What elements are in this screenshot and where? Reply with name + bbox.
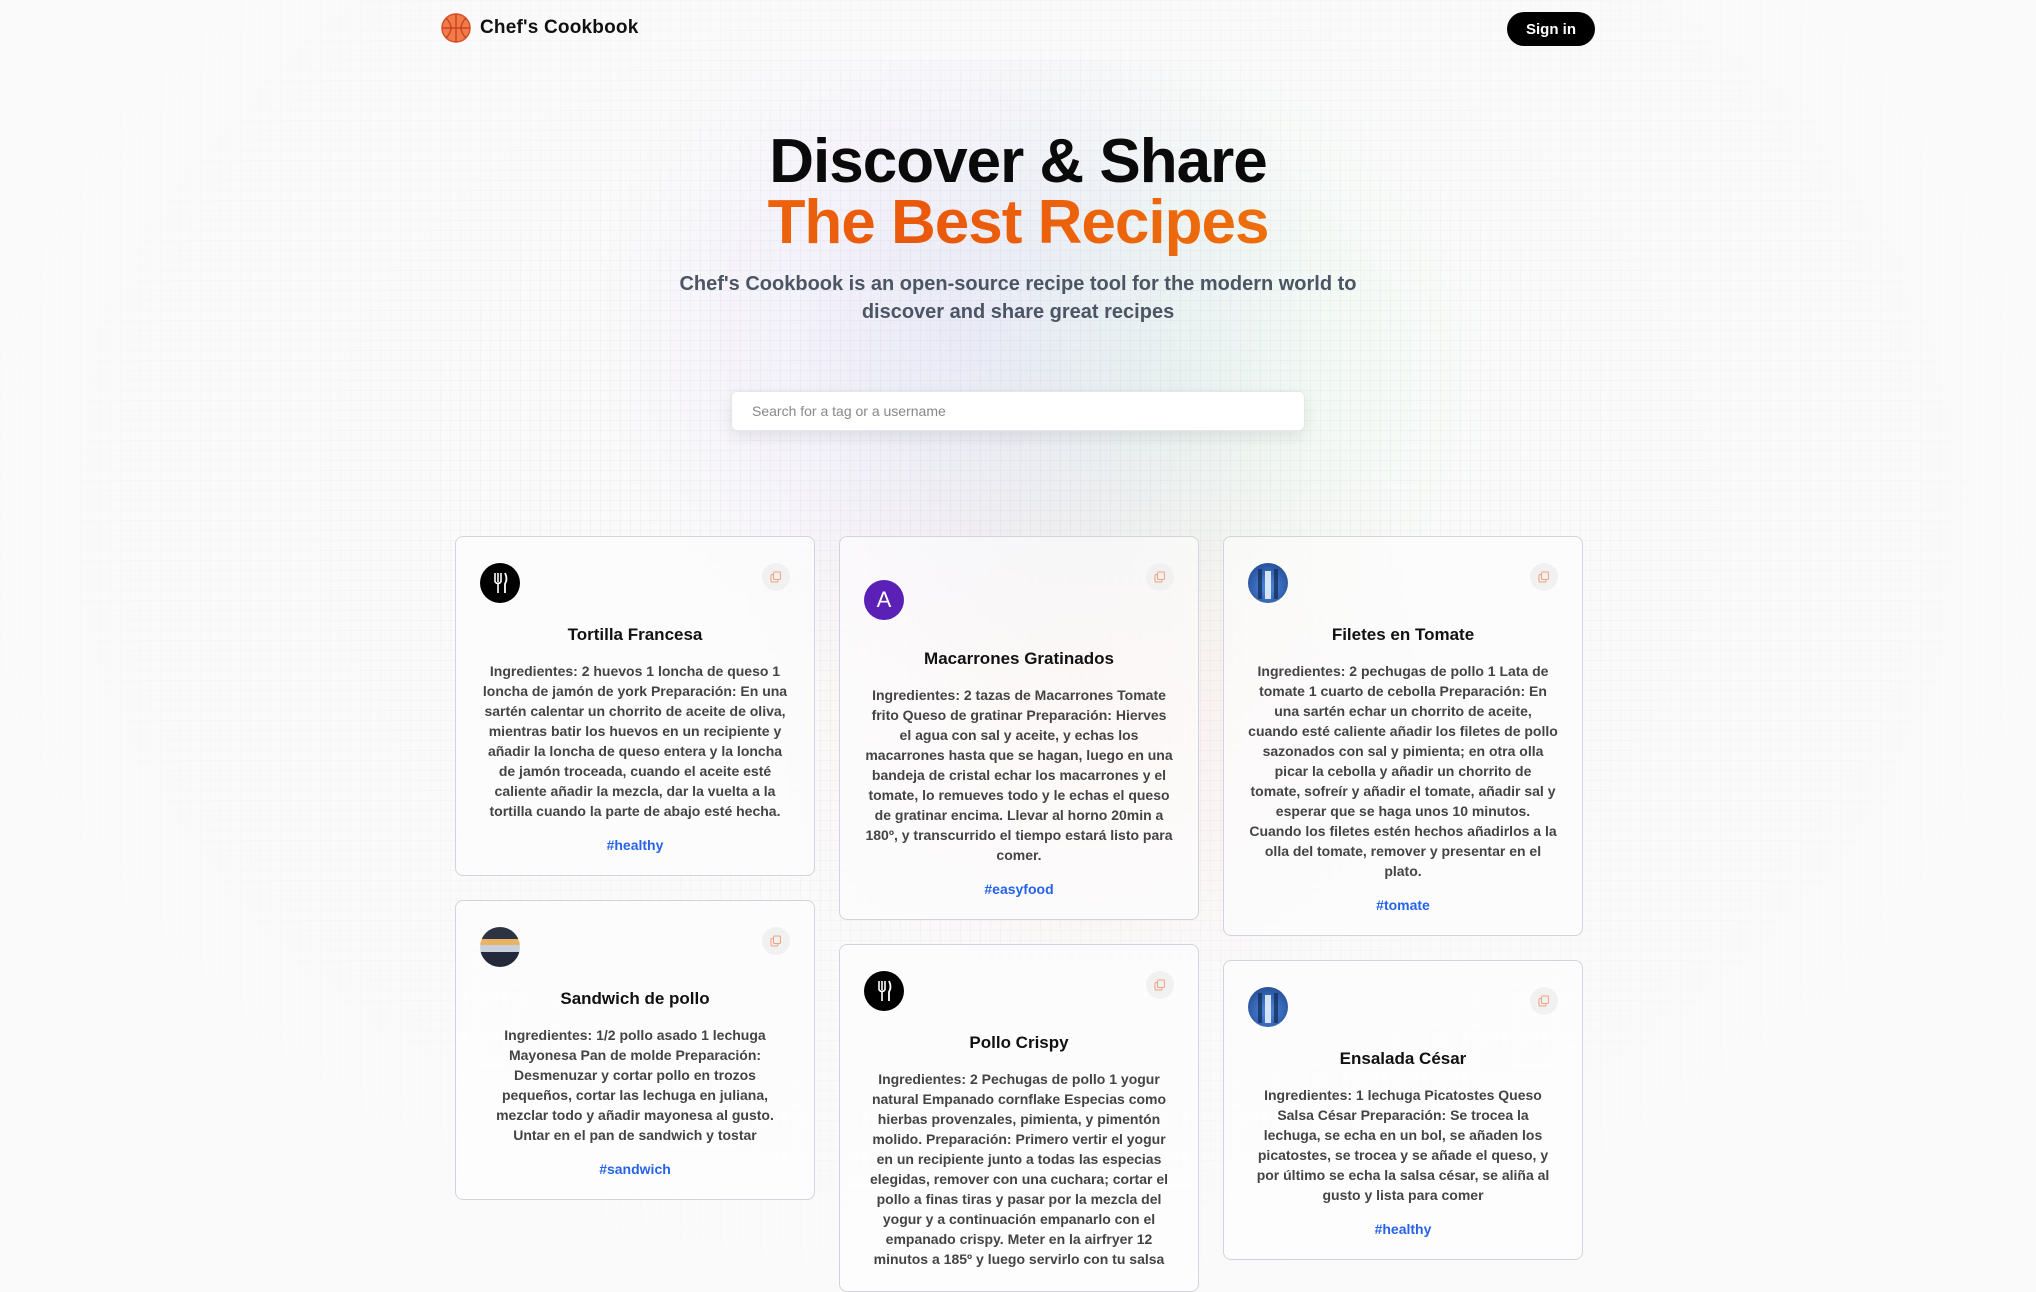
- recipe-description: Ingredientes: 1 lechuga Picatostes Queso…: [1256, 1087, 1550, 1203]
- recipe-description: Ingredientes: 2 Pechugas de pollo 1 yogu…: [869, 1071, 1168, 1267]
- copy-button[interactable]: [1146, 563, 1174, 591]
- copy-icon: [1154, 979, 1165, 991]
- author-avatar[interactable]: [480, 927, 520, 967]
- card-header: [480, 927, 790, 967]
- top-nav: Chef's Cookbook Sign in: [440, 12, 1595, 46]
- recipe-tag[interactable]: #healthy: [1248, 1221, 1558, 1237]
- recipe-tag[interactable]: #tomate: [1248, 897, 1558, 913]
- recipe-tag[interactable]: #sandwich: [480, 1161, 790, 1177]
- recipe-title: Sandwich de pollo: [560, 989, 710, 1008]
- recipe-tag[interactable]: #healthy: [480, 837, 790, 853]
- recipe-title: Ensalada César: [1339, 1049, 1467, 1068]
- recipe-title: Macarrones Gratinados: [924, 649, 1114, 668]
- brand-name: Chef's Cookbook: [480, 17, 639, 38]
- copy-button[interactable]: [1530, 563, 1558, 591]
- waterfall-photo-icon: [1258, 993, 1278, 1023]
- copy-button[interactable]: [762, 563, 790, 591]
- card-header: A: [864, 563, 1174, 620]
- waterfall-photo-icon: [1258, 569, 1278, 599]
- copy-button[interactable]: [1530, 987, 1558, 1015]
- basketball-logo-icon: [441, 13, 471, 43]
- recipe-card: Filetes en Tomate Ingredientes: 2 pechug…: [1223, 536, 1583, 936]
- sign-in-button[interactable]: Sign in: [1507, 12, 1595, 46]
- copy-icon: [770, 571, 781, 583]
- author-avatar[interactable]: A: [864, 580, 904, 620]
- card-header: [864, 971, 1174, 1011]
- author-avatar[interactable]: [864, 971, 904, 1011]
- recipe-card: Pollo Crispy Ingredientes: 2 Pechugas de…: [839, 944, 1199, 1292]
- recipe-title: Tortilla Francesa: [567, 625, 703, 644]
- fork-knife-icon: [494, 572, 508, 593]
- copy-icon: [1154, 571, 1165, 583]
- card-header: [1248, 563, 1558, 603]
- card-header: [1248, 987, 1558, 1027]
- copy-icon: [770, 935, 781, 947]
- recipe-description: Ingredientes: 2 huevos 1 loncha de queso…: [482, 663, 788, 819]
- copy-icon: [1538, 571, 1549, 583]
- recipe-card: Sandwich de pollo Ingredientes: 1/2 poll…: [455, 900, 815, 1200]
- recipe-description: Ingredientes: 1/2 pollo asado 1 lechuga …: [496, 1027, 774, 1143]
- recipe-description: Ingredientes: 2 tazas de Macarrones Toma…: [865, 687, 1173, 863]
- hero-title-line2: The Best Recipes: [0, 187, 2036, 258]
- search-input[interactable]: [731, 391, 1305, 431]
- author-avatar[interactable]: [480, 563, 520, 603]
- copy-button[interactable]: [1146, 971, 1174, 999]
- recipe-description: Ingredientes: 2 pechugas de pollo 1 Lata…: [1248, 663, 1558, 879]
- recipe-tag[interactable]: #easyfood: [864, 881, 1174, 897]
- recipe-title: Pollo Crispy: [969, 1033, 1069, 1052]
- author-avatar[interactable]: [1248, 987, 1288, 1027]
- author-avatar[interactable]: [1248, 563, 1288, 603]
- hero-description: Chef's Cookbook is an open-source recipe…: [679, 273, 1357, 323]
- card-header: [480, 563, 790, 603]
- brand-logo-link[interactable]: Chef's Cookbook: [440, 12, 638, 44]
- copy-button[interactable]: [762, 927, 790, 955]
- recipe-card: Ensalada César Ingredientes: 1 lechuga P…: [1223, 960, 1583, 1260]
- recipe-card: Tortilla Francesa Ingredientes: 2 huevos…: [455, 536, 815, 876]
- copy-icon: [1538, 995, 1549, 1007]
- recipe-card: A Macarrones Gratinados Ingredientes: 2 …: [839, 536, 1199, 920]
- recipe-title: Filetes en Tomate: [1331, 625, 1475, 644]
- fork-knife-icon: [878, 980, 892, 1001]
